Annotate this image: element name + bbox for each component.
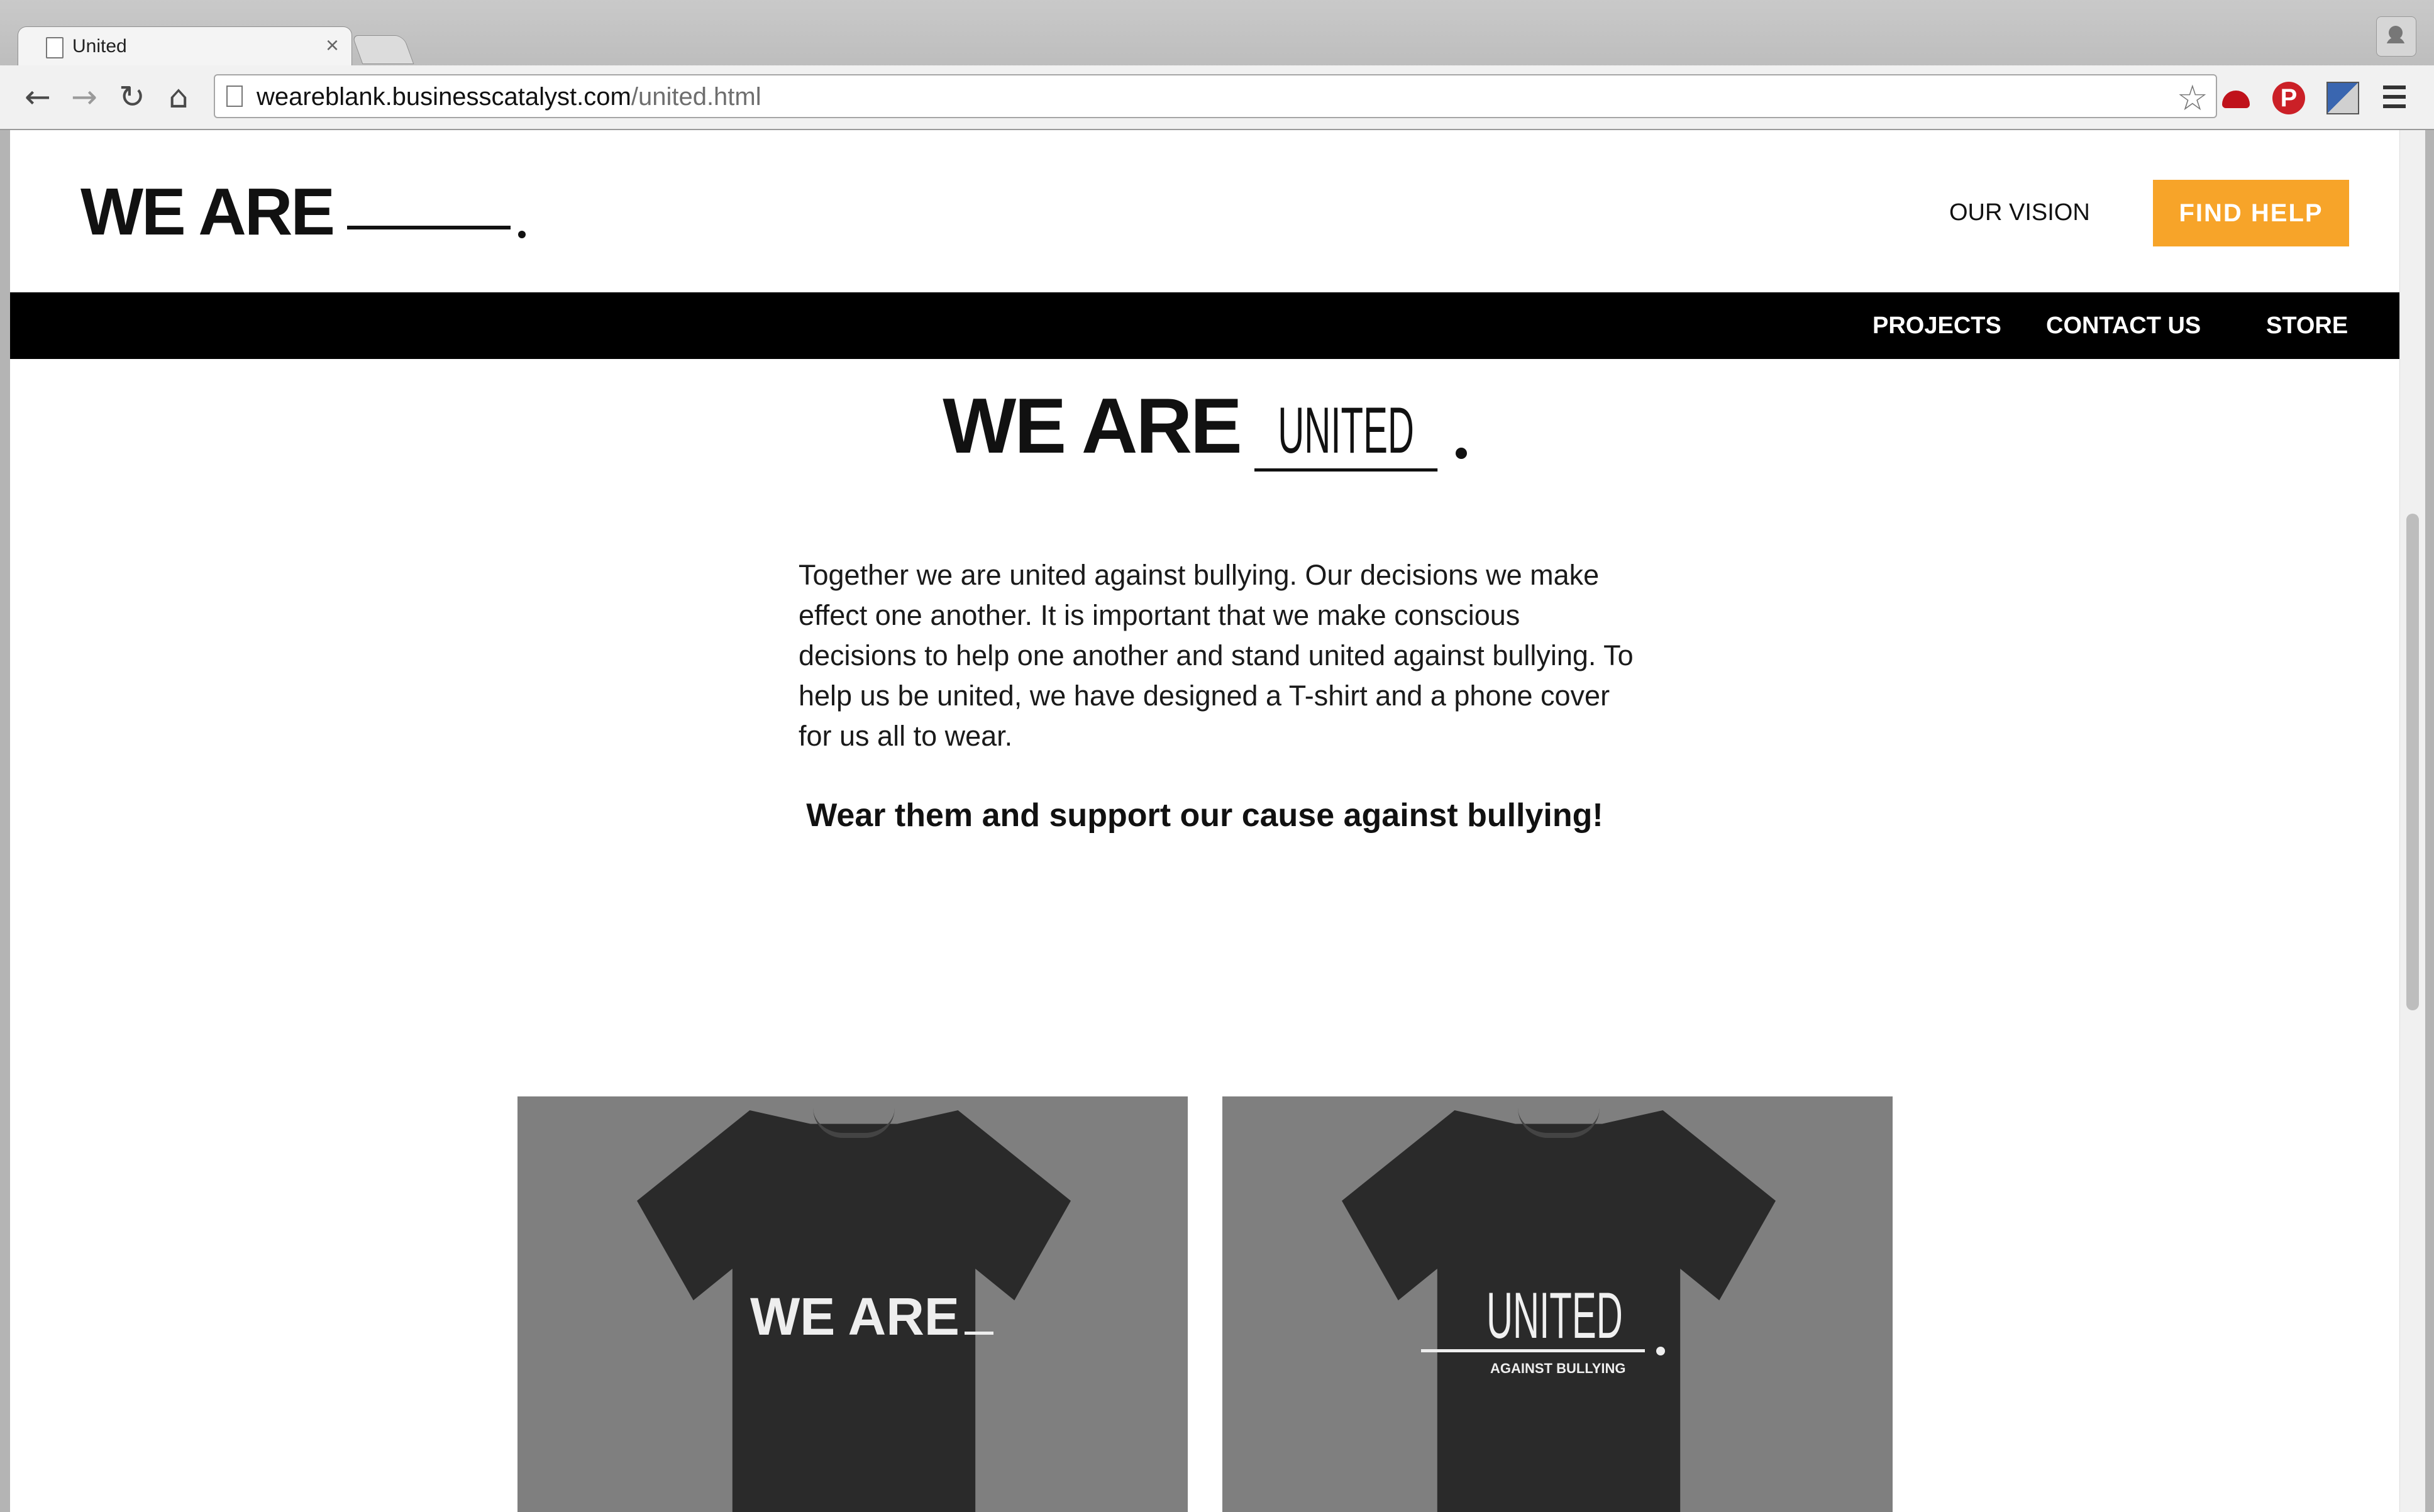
extension-squares-icon[interactable] bbox=[2326, 82, 2359, 114]
body-paragraph: Together we are united against bullying.… bbox=[799, 559, 1634, 752]
home-icon[interactable]: ⌂ bbox=[158, 77, 199, 117]
heading-word: UNITED bbox=[1254, 394, 1437, 472]
menu-icon[interactable] bbox=[2383, 86, 2406, 108]
back-icon[interactable]: ← bbox=[18, 77, 58, 117]
product-tshirt-front[interactable]: WE ARE bbox=[517, 1096, 1188, 1512]
page-icon bbox=[46, 37, 64, 58]
browser-toolbar: ← → ↻ ⌂ weareblank.businesscatalyst.com/… bbox=[0, 65, 2434, 130]
tshirt-print-line bbox=[1421, 1349, 1645, 1352]
url-path: /united.html bbox=[631, 83, 761, 111]
address-bar[interactable]: weareblank.businesscatalyst.com/united.h… bbox=[214, 74, 2217, 119]
reload-icon[interactable]: ↻ bbox=[112, 77, 152, 117]
heading-dot bbox=[1455, 448, 1467, 459]
logo-blank-line bbox=[347, 226, 511, 229]
tshirt-print-text: WE ARE bbox=[750, 1287, 960, 1346]
logo-dot bbox=[518, 231, 526, 238]
bookmark-star-icon[interactable]: ☆ bbox=[2177, 78, 2208, 119]
logo-text: WE ARE bbox=[80, 175, 335, 249]
close-tab-icon[interactable]: × bbox=[326, 32, 339, 58]
nav-contact-us[interactable]: CONTACT US bbox=[2046, 312, 2201, 339]
heading-prefix: WE ARE bbox=[943, 383, 1242, 470]
url-text: weareblank.businesscatalyst.com/united.h… bbox=[257, 83, 761, 111]
main-navbar: PROJECTS CONTACT US STORE bbox=[10, 292, 2399, 359]
tab-title: United bbox=[72, 36, 127, 57]
profile-icon[interactable] bbox=[2376, 16, 2416, 57]
browser-tab[interactable]: United × bbox=[18, 26, 352, 66]
product-tshirt-back[interactable]: UNITED AGAINST BULLYING bbox=[1222, 1096, 1893, 1512]
url-host: weareblank.businesscatalyst.com bbox=[257, 83, 631, 111]
nav-store[interactable]: STORE bbox=[2266, 312, 2348, 339]
page-viewport: WE ARE OUR VISION FIND HELP PROJECTS CON… bbox=[10, 130, 2399, 1512]
site-logo[interactable]: WE ARE bbox=[80, 174, 526, 250]
browser-chrome: United × ← → ↻ ⌂ weareblank.businesscata… bbox=[0, 0, 2434, 130]
tshirt-print-dot bbox=[1656, 1347, 1665, 1355]
our-vision-link[interactable]: OUR VISION bbox=[1949, 199, 2090, 226]
page-scrollbar[interactable] bbox=[2399, 130, 2425, 1512]
tshirt-print-subtext: AGAINST BULLYING bbox=[1490, 1360, 1626, 1376]
nav-projects[interactable]: PROJECTS bbox=[1873, 312, 2001, 339]
call-to-action: Wear them and support our cause against … bbox=[806, 797, 1603, 834]
extension-hat-icon[interactable] bbox=[2220, 82, 2252, 114]
pinterest-icon[interactable]: P bbox=[2272, 82, 2305, 114]
forward-icon[interactable]: → bbox=[64, 77, 104, 117]
new-tab-button[interactable] bbox=[351, 35, 414, 64]
find-help-button[interactable]: FIND HELP bbox=[2153, 180, 2349, 246]
tshirt-print-line bbox=[964, 1332, 993, 1335]
page-title: WE ARE UNITED bbox=[10, 382, 2399, 472]
page-icon bbox=[226, 86, 243, 107]
scrollbar-thumb[interactable] bbox=[2406, 514, 2419, 1010]
tshirt-print-text: UNITED bbox=[1486, 1279, 1623, 1352]
tshirt-print: WE ARE bbox=[750, 1286, 993, 1347]
